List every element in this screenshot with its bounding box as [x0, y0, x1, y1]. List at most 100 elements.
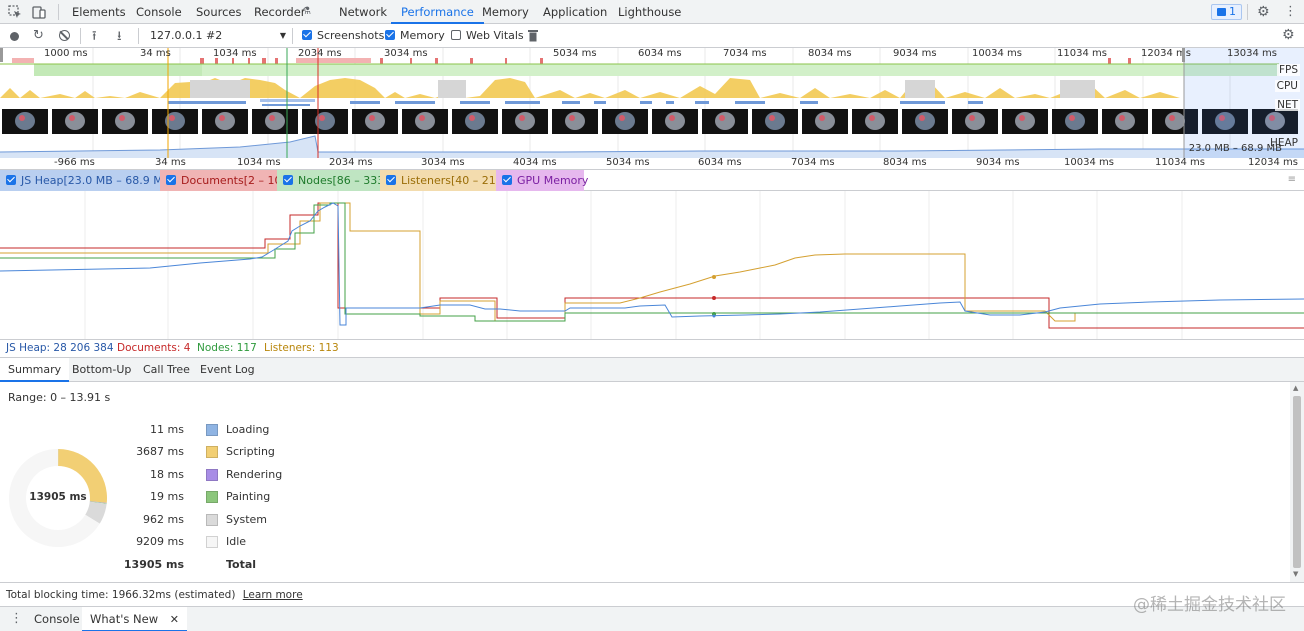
issues-badge[interactable]: 1	[1211, 4, 1242, 20]
tab-performance[interactable]: Performance	[391, 0, 484, 24]
screenshot-thumbnail-content	[1169, 115, 1175, 121]
legend-js-heap[interactable]: JS Heap[23.0 MB – 68.9 MB]	[0, 170, 175, 191]
screenshot-thumbnail-content	[919, 115, 925, 121]
clear-icon[interactable]	[59, 30, 70, 41]
download-profile-icon[interactable]: ⭳	[117, 27, 122, 49]
scroll-up-arrow-icon[interactable]: ▲	[1293, 384, 1298, 392]
screenshot-thumbnail-content	[715, 112, 735, 130]
total-blocking-time-text: Total blocking time: 1966.32ms (estimate…	[6, 589, 236, 601]
screenshot-thumbnail-content	[1015, 112, 1035, 130]
timeline-overview[interactable]: 1000 ms 34 ms 1034 ms 2034 ms 3034 ms 50…	[0, 48, 1304, 158]
screenshot-thumbnail-content	[665, 112, 685, 130]
tab-network[interactable]: Network	[339, 0, 387, 24]
left-selection-handle[interactable]	[0, 48, 3, 62]
web-vitals-checkbox[interactable]: Web Vitals	[451, 24, 524, 48]
ruler-tick: 34 ms	[155, 157, 186, 168]
screenshot-thumbnail-content	[215, 112, 235, 130]
scroll-down-arrow-icon[interactable]: ▼	[1293, 570, 1298, 578]
screenshot-thumbnail-content	[1119, 115, 1125, 121]
ruler-tick: 11034 ms	[1155, 157, 1205, 168]
ruler-tick: 2034 ms	[329, 157, 373, 168]
inspect-element-icon[interactable]	[8, 5, 22, 19]
screenshot-thumbnail-content	[969, 115, 975, 121]
right-selection-handle[interactable]	[1182, 48, 1185, 62]
screenshot-thumbnail-content	[469, 115, 475, 121]
memory-counters-chart[interactable]	[0, 191, 1304, 339]
tab-memory[interactable]: Memory	[482, 0, 529, 24]
checkbox-checked-icon	[386, 175, 396, 185]
tab-lighthouse[interactable]: Lighthouse	[618, 0, 681, 24]
dropdown-arrow-icon: ▼	[279, 31, 286, 40]
message-icon	[1217, 8, 1226, 16]
tab-summary[interactable]: Summary	[0, 358, 70, 382]
capture-settings-gear-icon[interactable]: ⚙	[1282, 27, 1295, 43]
drawer-tab-console[interactable]: Console	[34, 607, 80, 631]
total-label: Total	[226, 558, 257, 571]
tab-elements[interactable]: Elements	[72, 0, 126, 24]
record-icon[interactable]	[10, 32, 19, 41]
legend-gpu-memory[interactable]: GPU Memory	[496, 170, 588, 191]
legend-documents[interactable]: Documents[2 – 10]	[160, 170, 286, 191]
device-toolbar-icon[interactable]	[32, 5, 46, 19]
loading-swatch	[206, 424, 218, 436]
tab-sources[interactable]: Sources	[196, 0, 242, 24]
trash-icon[interactable]	[528, 29, 538, 42]
performance-toolbar: ↻ ⭱ ⭳ 127.0.0.1 #2 ▼ Screenshots Memory …	[0, 24, 1304, 48]
checkbox-unchecked-icon	[451, 30, 461, 40]
profile-select-value: 127.0.0.1 #2	[150, 29, 223, 42]
summary-scrollbar[interactable]: ▲ ▼	[1290, 382, 1304, 582]
legend-js-heap-label: JS Heap[23.0 MB – 68.9 MB]	[21, 174, 175, 187]
ruler-tick: 1034 ms	[237, 157, 281, 168]
learn-more-link[interactable]: Learn more	[243, 589, 303, 601]
screenshots-checkbox[interactable]: Screenshots	[302, 24, 384, 48]
profile-select[interactable]: 127.0.0.1 #2 ▼	[150, 24, 288, 48]
legend-nodes[interactable]: Nodes[86 – 333]	[277, 170, 389, 191]
memory-checkbox[interactable]: Memory	[385, 24, 445, 48]
drawer-menu-icon[interactable]: ⋮	[10, 611, 23, 626]
summary-row-loading: 11 ms Loading	[0, 422, 1290, 438]
ruler-tick: 4034 ms	[513, 157, 557, 168]
drawer-tab-whats-new[interactable]: What's New ✕	[82, 607, 187, 631]
overview-tick: 5034 ms	[553, 48, 597, 59]
scripting-value: 3687 ms	[136, 445, 184, 458]
tab-bottom-up[interactable]: Bottom-Up	[72, 358, 131, 382]
screenshot-thumbnail-content	[965, 112, 985, 130]
flask-icon: ⚗	[302, 6, 311, 17]
tab-application[interactable]: Application	[543, 0, 607, 24]
screenshot-thumbnail-content	[169, 115, 175, 121]
tab-event-log[interactable]: Event Log	[200, 358, 255, 382]
overview-tick: 3034 ms	[384, 48, 428, 59]
screenshot-thumbnail-content	[419, 115, 425, 121]
total-value: 13905 ms	[123, 558, 184, 571]
tab-call-tree[interactable]: Call Tree	[143, 358, 190, 382]
system-value: 962 ms	[143, 513, 184, 526]
painting-swatch	[206, 491, 218, 503]
cpu-label: CPU	[1274, 80, 1300, 92]
painting-label: Painting	[226, 490, 271, 503]
screenshot-thumbnail-content	[269, 115, 275, 121]
drawer-tab-bar: ⋮ Console What's New ✕	[0, 606, 1304, 631]
memory-label: Memory	[400, 29, 445, 42]
reload-record-icon[interactable]: ↻	[33, 28, 44, 43]
overview-tick: 2034 ms	[298, 48, 342, 59]
legend-listeners[interactable]: Listeners[40 – 216]	[380, 170, 507, 191]
screenshot-thumbnail-content	[815, 112, 835, 130]
overview-tick: 1034 ms	[213, 48, 257, 59]
more-options-icon[interactable]: ⋮	[1284, 4, 1297, 19]
screenshot-thumbnail-content	[69, 115, 75, 121]
settings-gear-icon[interactable]: ⚙	[1257, 4, 1270, 20]
close-icon[interactable]: ✕	[170, 613, 179, 626]
resize-handle-icon[interactable]: ≡	[1288, 174, 1296, 185]
screenshot-thumbnail-content	[515, 112, 535, 130]
loading-value: 11 ms	[150, 423, 184, 436]
screenshot-thumbnail-content	[819, 115, 825, 121]
loading-label: Loading	[226, 423, 270, 436]
upload-profile-icon[interactable]: ⭱	[92, 27, 97, 49]
tab-recorder[interactable]: Recorder	[254, 0, 306, 24]
screenshot-thumbnail-content	[719, 115, 725, 121]
rendering-swatch	[206, 469, 218, 481]
scrollbar-thumb[interactable]	[1293, 396, 1301, 568]
net-label: NET	[1275, 99, 1300, 111]
tab-console[interactable]: Console	[136, 0, 182, 24]
ruler-tick: 9034 ms	[976, 157, 1020, 168]
